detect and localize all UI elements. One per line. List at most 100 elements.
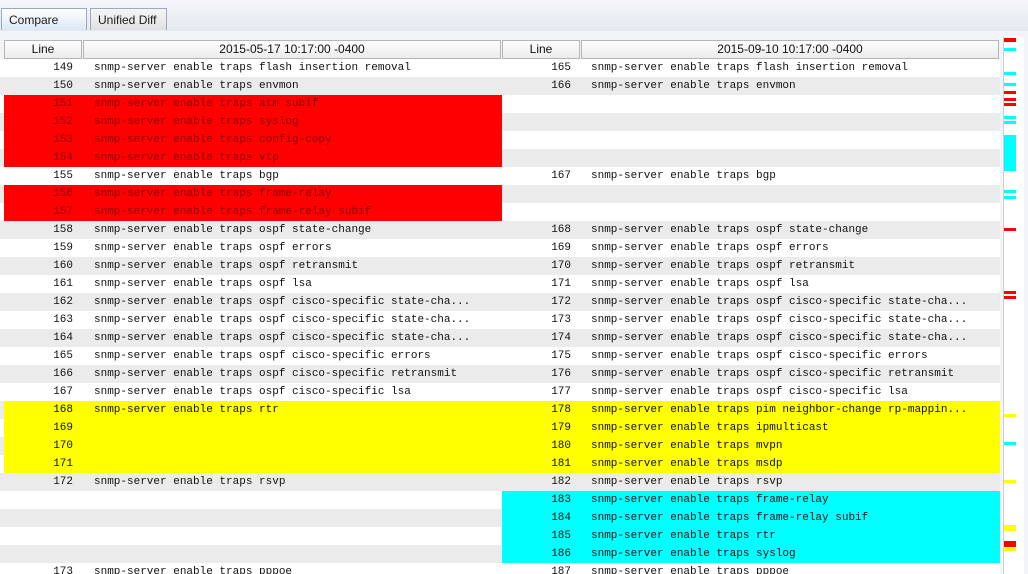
left-line-text: snmp-server enable traps ospf retransmit xyxy=(82,257,502,275)
right-line-text: snmp-server enable traps ospf cisco-spec… xyxy=(580,311,1000,329)
right-line-text: snmp-server enable traps syslog xyxy=(580,545,1000,563)
right-line-number: 169 xyxy=(502,239,580,257)
left-line-number: 156 xyxy=(4,185,82,203)
diff-row[interactable]: 166 snmp-server enable traps ospf cisco-s… xyxy=(0,365,1000,383)
diff-row[interactable]: 165 snmp-server enable traps ospf cisco-s… xyxy=(0,347,1000,365)
diff-overview-marker[interactable] xyxy=(1004,228,1016,231)
diff-overview-marker[interactable] xyxy=(1004,116,1016,119)
diff-row[interactable]: 172 snmp-server enable traps rsvp 182 snmp-… xyxy=(0,473,1000,491)
right-line-number: 174 xyxy=(502,329,580,347)
diff-row[interactable]: 169 179 snmp-server enable traps ipmultica… xyxy=(0,419,1000,437)
diff-overview-marker[interactable] xyxy=(1004,103,1016,106)
diff-overview-marker[interactable] xyxy=(1004,525,1016,531)
left-line-text: snmp-server enable traps ospf cisco-spec… xyxy=(82,293,502,311)
diff-row[interactable]: 157 snmp-server enable traps frame-relay … xyxy=(0,203,1000,221)
diff-row[interactable]: 160 snmp-server enable traps ospf retrans… xyxy=(0,257,1000,275)
left-line-number: 167 xyxy=(4,383,82,401)
diff-row[interactable]: 156 snmp-server enable traps frame-relay xyxy=(0,185,1000,203)
left-line-number: 152 xyxy=(4,113,82,131)
diff-overview-marker[interactable] xyxy=(1004,91,1016,94)
diff-row[interactable]: 184 snmp-server enable traps frame-relay … xyxy=(0,509,1000,527)
diff-row[interactable]: 173 snmp-server enable traps pppoe 187 snmp… xyxy=(0,563,1000,574)
diff-overview-marker[interactable] xyxy=(1004,135,1016,171)
diff-row[interactable]: 149 snmp-server enable traps flash insert… xyxy=(0,59,1000,77)
right-line-text: snmp-server enable traps frame-relay sub… xyxy=(580,509,1000,527)
diff-row[interactable]: 185 snmp-server enable traps rtr xyxy=(0,527,1000,545)
right-line-number: 166 xyxy=(502,77,580,95)
diff-overview-marker[interactable] xyxy=(1004,196,1016,199)
diff-overview-marker[interactable] xyxy=(1004,72,1016,75)
diff-row[interactable]: 152 snmp-server enable traps syslog xyxy=(0,113,1000,131)
right-line-text: snmp-server enable traps ospf errors xyxy=(580,239,1000,257)
diff-overview-marker[interactable] xyxy=(1004,414,1016,417)
left-line-text: snmp-server enable traps config-copy xyxy=(82,131,502,149)
right-line-number: 170 xyxy=(502,257,580,275)
right-line-text: snmp-server enable traps ospf cisco-spec… xyxy=(580,365,1000,383)
left-line-number: 159 xyxy=(4,239,82,257)
right-line-number: 171 xyxy=(502,275,580,293)
left-line-number: 153 xyxy=(4,131,82,149)
diff-overview-marker[interactable] xyxy=(1004,291,1016,294)
right-line-number: 181 xyxy=(502,455,580,473)
diff-row[interactable]: 151 snmp-server enable traps atm subif xyxy=(0,95,1000,113)
diff-overview-marker[interactable] xyxy=(1004,296,1016,299)
diff-overview-marker[interactable] xyxy=(1004,38,1016,42)
left-line-number xyxy=(4,527,82,545)
diff-row[interactable]: 170 180 snmp-server enable traps mvpn xyxy=(0,437,1000,455)
left-line-text: snmp-server enable traps ospf lsa xyxy=(82,275,502,293)
diff-overview-marker[interactable] xyxy=(1004,121,1016,124)
tab-bar: Compare Diff Unified Diff xyxy=(0,0,1028,49)
left-line-number: 162 xyxy=(4,293,82,311)
diff-row[interactable]: 159 snmp-server enable traps ospf errors 1… xyxy=(0,239,1000,257)
diff-overview-marker[interactable] xyxy=(1004,48,1016,51)
diff-overview-marker[interactable] xyxy=(1004,190,1016,193)
diff-overview-marker[interactable] xyxy=(1004,541,1016,547)
right-line-text: snmp-server enable traps ospf state-chan… xyxy=(580,221,1000,239)
left-line-number: 150 xyxy=(4,77,82,95)
diff-overview-marker[interactable] xyxy=(1004,442,1016,445)
left-line-text: snmp-server enable traps ospf cisco-spec… xyxy=(82,383,502,401)
left-line-text xyxy=(82,491,502,509)
right-line-number xyxy=(502,131,580,149)
diff-row[interactable]: 167 snmp-server enable traps ospf cisco-s… xyxy=(0,383,1000,401)
left-line-number: 169 xyxy=(4,419,82,437)
diff-row[interactable]: 155 snmp-server enable traps bgp 167 snmp-s… xyxy=(0,167,1000,185)
diff-row[interactable]: 186 snmp-server enable traps syslog xyxy=(0,545,1000,563)
right-line-number: 185 xyxy=(502,527,580,545)
right-line-number: 172 xyxy=(502,293,580,311)
right-line-number xyxy=(502,185,580,203)
diff-row[interactable]: 168 snmp-server enable traps rtr 178 snmp-s… xyxy=(0,401,1000,419)
left-line-text: snmp-server enable traps ospf errors xyxy=(82,239,502,257)
diff-overview-marker[interactable] xyxy=(1004,83,1016,86)
left-line-text: snmp-server enable traps atm subif xyxy=(82,95,502,113)
diff-row[interactable]: 183 snmp-server enable traps frame-relay xyxy=(0,491,1000,509)
diff-overview-marker[interactable] xyxy=(1004,480,1016,483)
diff-row[interactable]: 161 snmp-server enable traps ospf lsa 171 s… xyxy=(0,275,1000,293)
right-line-text: snmp-server enable traps ospf lsa xyxy=(580,275,1000,293)
right-line-text: snmp-server enable traps msdp xyxy=(580,455,1000,473)
diff-overview-marker[interactable] xyxy=(1004,548,1016,551)
diff-overview-marker[interactable] xyxy=(1004,98,1016,101)
left-line-text: snmp-server enable traps frame-relay xyxy=(82,185,502,203)
diff-row[interactable]: 154 snmp-server enable traps vtp xyxy=(0,149,1000,167)
right-line-number: 184 xyxy=(502,509,580,527)
diff-row[interactable]: 171 181 snmp-server enable traps msdp xyxy=(0,455,1000,473)
diff-row[interactable]: 164 snmp-server enable traps ospf cisco-s… xyxy=(0,329,1000,347)
diff-row[interactable]: 150 snmp-server enable traps envmon 166 snm… xyxy=(0,77,1000,95)
left-line-number: 161 xyxy=(4,275,82,293)
tab-unified-diff[interactable]: Unified Diff xyxy=(90,8,167,30)
right-line-number xyxy=(502,149,580,167)
diff-row[interactable]: 153 snmp-server enable traps config-copy xyxy=(0,131,1000,149)
left-line-text: snmp-server enable traps rtr xyxy=(82,401,502,419)
right-line-text: snmp-server enable traps ospf cisco-spec… xyxy=(580,347,1000,365)
left-line-number: 173 xyxy=(4,563,82,574)
left-line-number: 154 xyxy=(4,149,82,167)
diff-rows[interactable]: 149 snmp-server enable traps flash insert… xyxy=(0,57,1000,574)
left-line-text: snmp-server enable traps frame-relay sub… xyxy=(82,203,502,221)
tab-compare-diff[interactable]: Compare Diff xyxy=(1,8,87,49)
right-line-number xyxy=(502,95,580,113)
diff-row[interactable]: 163 snmp-server enable traps ospf cisco-s… xyxy=(0,311,1000,329)
left-line-text: snmp-server enable traps ospf cisco-spec… xyxy=(82,365,502,383)
diff-row[interactable]: 162 snmp-server enable traps ospf cisco-s… xyxy=(0,293,1000,311)
diff-row[interactable]: 158 snmp-server enable traps ospf state-c… xyxy=(0,221,1000,239)
